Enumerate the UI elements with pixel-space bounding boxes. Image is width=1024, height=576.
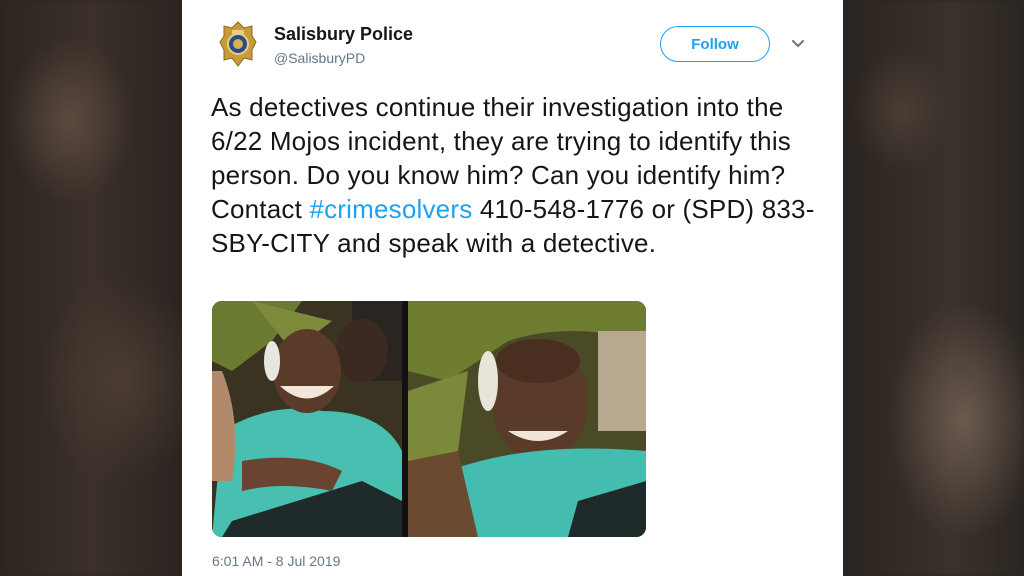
blurred-background-right <box>843 0 1024 576</box>
follow-button[interactable]: Follow <box>660 26 770 62</box>
police-badge-icon[interactable] <box>218 20 258 68</box>
hashtag-link[interactable]: #crimesolvers <box>309 194 472 224</box>
account-handle[interactable]: @SalisburyPD <box>274 50 365 66</box>
media-grid <box>212 301 646 537</box>
tweet-timestamp[interactable]: 6:01 AM - 8 Jul 2019 <box>212 553 340 569</box>
account-display-name[interactable]: Salisbury Police <box>274 24 413 45</box>
tweet-text: As detectives continue their investigati… <box>211 90 821 260</box>
chevron-down-icon[interactable] <box>790 36 806 52</box>
suspect-photo-2[interactable] <box>408 301 646 537</box>
suspect-photo-1[interactable] <box>212 301 402 537</box>
blurred-background-left <box>0 0 182 576</box>
